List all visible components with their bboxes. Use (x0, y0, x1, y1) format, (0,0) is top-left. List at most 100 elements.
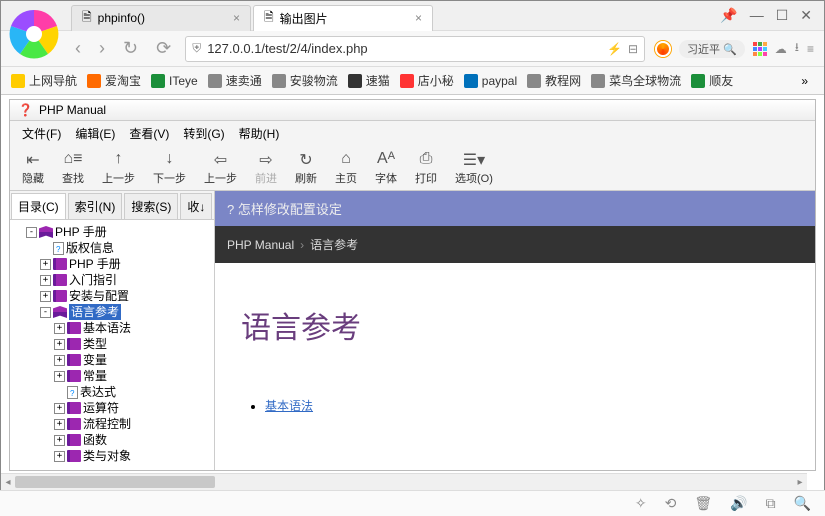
bookmark-item[interactable]: 速猫 (348, 72, 390, 89)
toolbar-button[interactable]: ⌂主页 (327, 148, 365, 188)
chm-tree[interactable]: - PHP 手册 版权信息 + PHP 手册 + 入门指引 + 安装与配置 - 语言参考 + 基本语法… (10, 220, 214, 470)
toolbar-button[interactable]: ⇦上一步 (196, 148, 245, 188)
expand-toggle[interactable]: + (54, 419, 65, 430)
menu-item[interactable]: 文件(F) (16, 123, 67, 144)
minimize-icon[interactable]: — (750, 7, 764, 24)
close-icon[interactable]: × (233, 11, 240, 25)
bookmark-item[interactable]: 爱淘宝 (87, 72, 141, 89)
toolbar-icon: ☰▾ (463, 150, 485, 168)
expand-toggle[interactable]: - (40, 307, 51, 318)
expand-toggle[interactable]: + (40, 291, 51, 302)
download-icon[interactable]: ⭳ (795, 38, 799, 59)
close-window-icon[interactable]: ✕ (800, 7, 812, 24)
toolbar-button[interactable]: ⎙打印 (407, 148, 445, 188)
scrollbar-thumb[interactable] (15, 476, 215, 488)
menu-item[interactable]: 帮助(H) (233, 123, 286, 144)
scroll-right-icon[interactable]: ▸ (793, 474, 807, 490)
breadcrumb-root[interactable]: PHP Manual (227, 238, 294, 252)
sound-icon[interactable]: 🔊 (730, 495, 747, 512)
reader-icon[interactable]: ⧉ (766, 495, 776, 512)
cloud-icon[interactable]: ☁ (775, 42, 787, 56)
scroll-left-icon[interactable]: ◂ (1, 474, 15, 490)
bookmark-item[interactable]: 速卖通 (208, 72, 262, 89)
expand-toggle[interactable]: + (40, 275, 51, 286)
rocket-icon[interactable]: ✧ (635, 495, 647, 512)
tree-root[interactable]: PHP 手册 (55, 224, 107, 240)
close-icon[interactable]: × (415, 11, 422, 25)
menu-icon[interactable]: ≡ (807, 42, 814, 56)
toolbar-label: 上一步 (102, 170, 135, 186)
bookmark-item[interactable]: 上网导航 (11, 72, 77, 89)
toolbar-button[interactable]: ⌂≡查找 (54, 148, 92, 188)
home-button[interactable]: ⟳ (152, 38, 175, 59)
tree-item[interactable]: 版权信息 (66, 240, 114, 256)
toolbar-button[interactable]: ↓下一步 (145, 148, 194, 188)
toolbar-button[interactable]: ☰▾选项(O) (447, 148, 501, 188)
expand-toggle[interactable]: + (40, 259, 51, 270)
expand-toggle[interactable]: + (54, 435, 65, 446)
page-icon (53, 242, 64, 255)
bookmark-favicon (151, 74, 165, 88)
tree-item[interactable]: 安装与配置 (69, 288, 129, 304)
toolbar-icon: ↑ (115, 150, 123, 168)
toolbar-button[interactable]: ↑ 上一步 (94, 148, 143, 188)
expand-toggle[interactable]: + (54, 451, 65, 462)
expand-toggle[interactable]: + (54, 355, 65, 366)
menu-item[interactable]: 转到(G) (177, 123, 230, 144)
expand-toggle[interactable]: + (54, 323, 65, 334)
tab-output-image[interactable]: 🗎 输出图片 × (253, 5, 433, 31)
menu-item[interactable]: 编辑(E) (69, 123, 121, 144)
tree-item[interactable]: 基本语法 (83, 320, 131, 336)
tree-item[interactable]: 类与对象 (83, 448, 131, 464)
forward-button[interactable]: › (95, 38, 109, 59)
toolbar-label: 打印 (415, 170, 437, 186)
flash-icon[interactable]: ⚡ (607, 42, 622, 56)
doc-link-basic-syntax[interactable]: 基本语法 (265, 399, 313, 413)
tree-item[interactable]: 流程控制 (83, 416, 131, 432)
bookmark-item[interactable]: paypal (464, 74, 517, 88)
nav-tab[interactable]: 目录(C) (11, 193, 66, 219)
bookmark-item[interactable]: 菜鸟全球物流 (591, 72, 681, 89)
apps-grid-icon[interactable] (753, 42, 767, 56)
bookmark-label: 安骏物流 (290, 72, 338, 89)
compass-icon[interactable] (655, 41, 671, 57)
tree-item[interactable]: 运算符 (83, 400, 119, 416)
nav-tab[interactable]: 索引(N) (68, 193, 123, 219)
toolbar-button[interactable]: ↻刷新 (287, 148, 325, 188)
trash-icon[interactable]: 🗑 (694, 495, 712, 512)
bookmark-item[interactable]: 安骏物流 (272, 72, 338, 89)
tree-item-selected[interactable]: 语言参考 (69, 304, 121, 320)
toolbar-button[interactable]: ⇤隐藏 (14, 148, 52, 188)
tree-item[interactable]: 类型 (83, 336, 107, 352)
reload-button[interactable]: ↻ (119, 38, 142, 59)
tree-item[interactable]: 函数 (83, 432, 107, 448)
bookmark-item[interactable]: 顺友 (691, 72, 733, 89)
tree-item[interactable]: PHP 手册 (69, 256, 121, 272)
nav-tab[interactable]: 搜索(S) (124, 193, 178, 219)
expand-toggle[interactable]: - (26, 227, 37, 238)
zoom-icon[interactable]: 🔍 (794, 495, 811, 512)
translate-icon[interactable]: ⊟ (628, 42, 638, 56)
tree-item[interactable]: 常量 (83, 368, 107, 384)
expand-toggle[interactable]: + (54, 339, 65, 350)
tab-phpinfo[interactable]: 🗎 phpinfo() × (71, 5, 251, 31)
pin-icon[interactable]: 📌 (720, 7, 737, 24)
back-button[interactable]: ‹ (71, 38, 85, 59)
menu-item[interactable]: 查看(V) (123, 123, 175, 144)
bookmark-item[interactable]: 店小秘 (400, 72, 454, 89)
expand-toggle[interactable]: + (54, 403, 65, 414)
maximize-icon[interactable]: ☐ (776, 7, 789, 24)
clean-icon[interactable]: ⟲ (665, 495, 677, 512)
search-suggest[interactable]: 习近平 🔍 (679, 40, 745, 58)
bookmarks-overflow[interactable]: » (795, 74, 814, 88)
bookmark-item[interactable]: ITeye (151, 74, 198, 88)
bookmark-item[interactable]: 教程网 (527, 72, 581, 89)
nav-tab[interactable]: 收↓ (180, 193, 212, 219)
toolbar-button[interactable]: Aᴬ字体 (367, 148, 405, 188)
tree-item[interactable]: 入门指引 (69, 272, 117, 288)
url-input[interactable]: ⛨ 127.0.0.1/test/2/4/index.php ⚡ ⊟ (185, 36, 645, 62)
horizontal-scrollbar[interactable]: ◂ ▸ (1, 473, 807, 490)
tree-item[interactable]: 变量 (83, 352, 107, 368)
expand-toggle[interactable]: + (54, 371, 65, 382)
tree-item[interactable]: 表达式 (80, 384, 116, 400)
